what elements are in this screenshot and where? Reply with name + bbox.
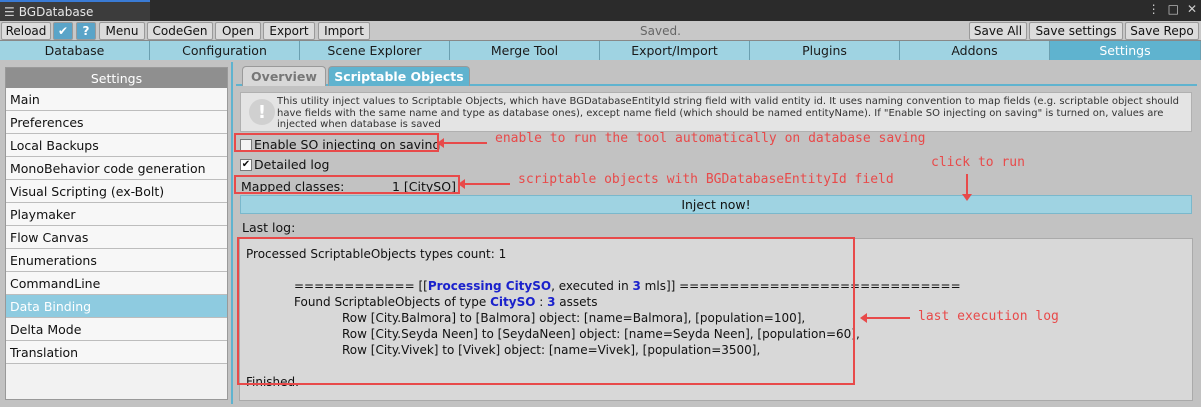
import-button[interactable]: Import [318, 22, 370, 40]
log-row: Row [City.Seyda Neen] to [SeydaNeen] obj… [342, 327, 860, 341]
help-icon[interactable]: ? [76, 22, 96, 40]
window-buttons: ⋮ □ ✕ [1148, 2, 1197, 16]
sidebar-item-visual-scripting[interactable]: Visual Scripting (ex-Bolt) [6, 180, 227, 203]
sidebar-item-enumerations[interactable]: Enumerations [6, 249, 227, 272]
detailed-log-row[interactable]: ✔ Detailed log [240, 157, 329, 172]
close-icon[interactable]: ✕ [1187, 2, 1197, 16]
sidebar-item-preferences[interactable]: Preferences [6, 111, 227, 134]
annotation-log: last execution log [918, 309, 1059, 324]
save-all-button[interactable]: Save All [969, 22, 1027, 40]
detailed-log-checkbox[interactable]: ✔ [240, 158, 252, 171]
tab-database[interactable]: Database [0, 41, 150, 60]
info-icon: ! [249, 99, 275, 125]
tab-settings[interactable]: Settings [1050, 41, 1201, 60]
window-title: BGDatabase [18, 4, 94, 19]
toolbar: Reload ✔ ? Menu CodeGen Open Export Impo… [0, 21, 1201, 41]
enable-so-checkbox[interactable] [240, 138, 252, 151]
tab-plugins[interactable]: Plugins [750, 41, 900, 60]
enable-so-label: Enable SO injecting on saving [254, 137, 441, 152]
codegen-button[interactable]: CodeGen [147, 22, 213, 40]
sidebar-item-translation[interactable]: Translation [6, 341, 227, 364]
log-line-finished: Finished. [246, 375, 299, 389]
arrow-click-to-run [962, 174, 972, 201]
sidebar-item-local-backups[interactable]: Local Backups [6, 134, 227, 157]
sidebar-item-playmaker[interactable]: Playmaker [6, 203, 227, 226]
tab-overview[interactable]: Overview [242, 66, 326, 86]
save-status: Saved. [640, 24, 681, 38]
tab-scriptable-objects[interactable]: Scriptable Objects [328, 66, 470, 86]
mapped-classes-label: Mapped classes: [241, 179, 345, 194]
tab-merge-tool[interactable]: Merge Tool [450, 41, 600, 60]
arrow-log [860, 313, 910, 323]
enable-so-row[interactable]: Enable SO injecting on saving [240, 137, 440, 152]
info-box: ! This utility inject values to Scriptab… [240, 92, 1192, 132]
detailed-log-label: Detailed log [254, 157, 330, 172]
log-row: Row [City.Vivek] to [Vivek] object: [nam… [342, 343, 761, 357]
panel-divider[interactable] [231, 62, 233, 404]
log-line-found: Found ScriptableObjects of type CitySO :… [294, 295, 598, 309]
annotation-enable-so: enable to run the tool automatically on … [495, 131, 926, 146]
arrow-mapped-classes [458, 179, 510, 189]
sidebar-item-flow-canvas[interactable]: Flow Canvas [6, 226, 227, 249]
tab-addons[interactable]: Addons [900, 41, 1050, 60]
inject-now-button[interactable]: Inject now! [240, 195, 1192, 214]
last-log-label: Last log: [242, 220, 296, 235]
menu-button[interactable]: Menu [99, 22, 145, 40]
arrow-enable-so [437, 138, 487, 148]
log-line-processing: ============ [[Processing CitySO, execut… [294, 279, 961, 293]
settings-sidebar: Settings Main Preferences Local Backups … [5, 67, 228, 400]
tab-scene-explorer[interactable]: Scene Explorer [300, 41, 450, 60]
sidebar-item-commandline[interactable]: CommandLine [6, 272, 227, 295]
tab-configuration[interactable]: Configuration [150, 41, 300, 60]
mapped-classes-value: 1 [CitySO] [392, 179, 456, 194]
open-button[interactable]: Open [215, 22, 261, 40]
sidebar-item-data-binding[interactable]: Data Binding [6, 295, 227, 318]
content-panel: Overview Scriptable Objects ! This utili… [236, 64, 1197, 404]
save-settings-button[interactable]: Save settings [1029, 22, 1123, 40]
sidebar-item-delta-mode[interactable]: Delta Mode [6, 318, 227, 341]
annotation-click-to-run: click to run [931, 155, 1025, 170]
main-tabs: Database Configuration Scene Explorer Me… [0, 41, 1201, 60]
reload-button[interactable]: Reload [1, 22, 51, 40]
checkmark-icon[interactable]: ✔ [53, 22, 73, 40]
annotation-mapped-classes: scriptable objects with BGDatabaseEntity… [518, 172, 894, 187]
more-options-icon[interactable]: ⋮ [1148, 2, 1160, 16]
sub-tabs: Overview Scriptable Objects [236, 64, 1197, 86]
window-tab[interactable]: ☰ BGDatabase [0, 0, 150, 21]
info-text: This utility inject values to Scriptable… [277, 96, 1179, 130]
log-line-types-count: Processed ScriptableObjects types count:… [246, 247, 507, 261]
sidebar-item-main[interactable]: Main [6, 88, 227, 111]
save-repo-button[interactable]: Save Repo [1125, 22, 1199, 40]
sidebar-item-monobehavior-codegen[interactable]: MonoBehavior code generation [6, 157, 227, 180]
maximize-icon[interactable]: □ [1168, 2, 1179, 16]
sidebar-header: Settings [6, 68, 227, 88]
title-bar: ☰ BGDatabase ⋮ □ ✕ [0, 0, 1201, 21]
tab-export-import[interactable]: Export/Import [600, 41, 750, 60]
export-button[interactable]: Export [263, 22, 315, 40]
hamburger-icon: ☰ [4, 4, 15, 19]
